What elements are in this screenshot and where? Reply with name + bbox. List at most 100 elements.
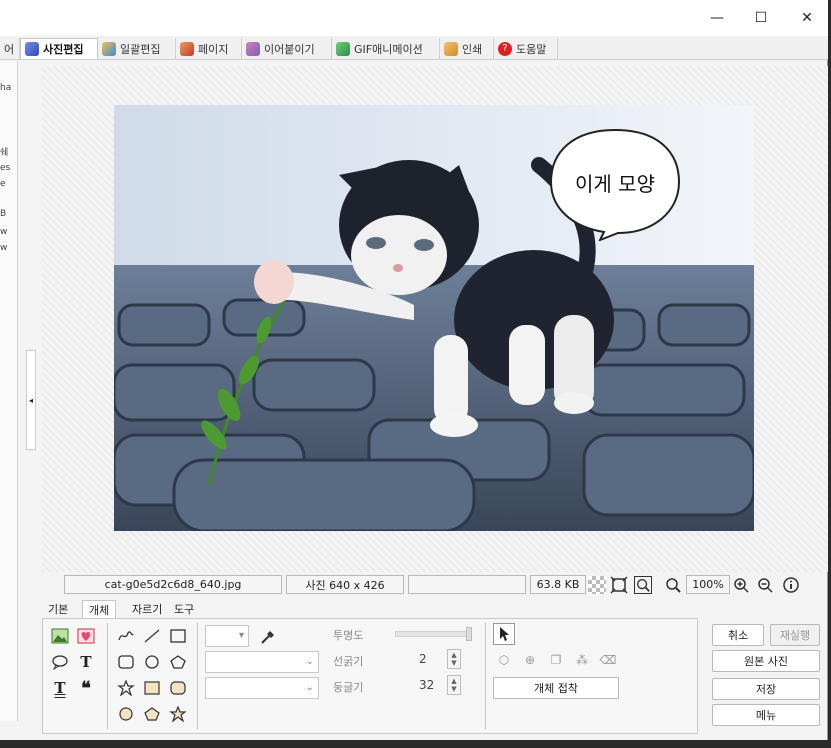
heart-frame-icon	[77, 628, 95, 644]
tool-divider	[485, 623, 486, 729]
ellipse-tool[interactable]	[141, 651, 163, 673]
pentagon-icon	[170, 655, 186, 669]
tab-print[interactable]: 인쇄	[440, 38, 494, 59]
color-picker-combo[interactable]: ▾	[205, 625, 249, 647]
tab-label: 도움말	[516, 42, 547, 56]
tab-merge[interactable]: 이어붙이기	[242, 38, 332, 59]
tab-label: 어	[4, 42, 15, 56]
gif-icon	[336, 41, 350, 56]
object-delete-tool[interactable]: ⌫	[597, 649, 619, 671]
rounded-rect-tool[interactable]	[115, 651, 137, 673]
pentagon-tool[interactable]	[167, 651, 189, 673]
filled-rect-tool[interactable]	[141, 677, 163, 699]
object-group-tool[interactable]: ⁂	[571, 649, 593, 671]
object-add-tool[interactable]: ⊕	[519, 649, 541, 671]
actual-size-icon[interactable]	[634, 576, 652, 594]
filled-star-icon	[169, 706, 187, 722]
maximize-button[interactable]: ☐	[738, 0, 784, 36]
batch-edit-icon	[102, 41, 116, 56]
line-thickness-spinner[interactable]: 2 ▲ ▼	[415, 649, 461, 669]
filled-rounded-rect-tool[interactable]	[167, 677, 189, 699]
text-icon: T	[80, 653, 92, 671]
status-extra	[408, 575, 526, 594]
chevron-down-icon: ⌄	[305, 656, 314, 667]
tab-basic[interactable]: 기본	[42, 600, 74, 618]
tab-label: 일괄편집	[120, 42, 161, 56]
help-icon: ?	[498, 41, 512, 56]
rounded-rectangle-icon	[118, 655, 134, 669]
filled-circle-icon	[119, 707, 133, 721]
tab-label: 페이지	[198, 42, 229, 56]
styled-text-icon: T	[54, 679, 66, 697]
line-icon	[144, 629, 160, 643]
tab-page[interactable]: 페이지	[176, 38, 242, 59]
select-tool[interactable]	[493, 623, 515, 645]
line-style-select[interactable]: ⌄	[205, 651, 319, 673]
filled-star-tool[interactable]	[167, 703, 189, 725]
redo-button[interactable]: 재실행	[770, 624, 820, 646]
tab-object[interactable]: 개체	[82, 600, 117, 618]
chevron-down-icon: ▾	[238, 630, 244, 641]
tab-help[interactable]: ? 도움말	[494, 38, 558, 59]
fill-style-select[interactable]: ⌄	[205, 677, 319, 699]
tab-tools[interactable]: 도구	[168, 600, 200, 618]
left-fragment: es	[0, 163, 11, 173]
rectangle-icon	[170, 629, 186, 643]
tab-gif-animation[interactable]: GIF애니메이션	[332, 38, 440, 59]
filled-pentagon-icon	[144, 707, 160, 721]
filled-rectangle-icon	[144, 681, 160, 695]
zoom-fit-icon[interactable]	[664, 576, 682, 594]
text-style-tool[interactable]: T	[49, 677, 71, 699]
tool-divider	[107, 623, 108, 729]
quote-tool[interactable]: ❝	[75, 677, 97, 699]
line-thickness-label: 선굵기	[333, 655, 364, 668]
filled-pentagon-tool[interactable]	[141, 703, 163, 725]
tab-batch-edit[interactable]: 일괄편집	[98, 38, 176, 59]
tab-crop[interactable]: 자르기	[126, 600, 168, 618]
close-button[interactable]: ✕	[784, 0, 830, 36]
insert-sticker-tool[interactable]	[75, 625, 97, 647]
minimize-button[interactable]: —	[694, 0, 740, 36]
object-layer-tool[interactable]: ⬡	[493, 649, 515, 671]
transparency-toggle-icon[interactable]	[588, 576, 606, 594]
paste-object-button[interactable]: 개체 접착	[493, 677, 619, 699]
tab-partial[interactable]: 어	[0, 38, 20, 59]
main-tab-bar: 어 사진편집 일괄편집 페이지 이어붙이기 GIF애니메이션 인쇄 ? 도움말	[0, 36, 828, 60]
group-icon: ⁂	[576, 653, 588, 667]
panel-collapse-handle[interactable]: ◂	[26, 350, 36, 450]
status-filesize: 63.8 KB	[530, 575, 586, 594]
tab-label: 사진편집	[43, 43, 84, 56]
circle-icon	[145, 655, 159, 669]
insert-image-tool[interactable]	[49, 625, 71, 647]
eyedropper-tool[interactable]	[257, 625, 279, 647]
spinner-arrows-icon[interactable]: ▲ ▼	[447, 649, 461, 669]
zoom-in-icon[interactable]	[732, 576, 750, 594]
opacity-slider[interactable]	[395, 627, 472, 641]
cancel-button[interactable]: 취소	[712, 624, 764, 646]
line-tool[interactable]	[141, 625, 163, 647]
menu-button[interactable]: 메뉴	[712, 704, 820, 726]
freehand-tool[interactable]	[115, 625, 137, 647]
object-duplicate-tool[interactable]: ❐	[545, 649, 567, 671]
speech-bubble-text[interactable]: 이게 모양	[548, 168, 682, 197]
tab-label: 인쇄	[462, 42, 483, 56]
info-icon[interactable]	[782, 576, 800, 594]
rectangle-tool[interactable]	[167, 625, 189, 647]
spinner-arrows-icon[interactable]: ▲ ▼	[447, 675, 461, 695]
save-button[interactable]: 저장	[712, 678, 820, 700]
fit-screen-icon[interactable]	[610, 576, 628, 594]
freehand-icon	[118, 631, 134, 641]
zoom-out-icon[interactable]	[756, 576, 774, 594]
text-tool[interactable]: T	[75, 651, 97, 673]
speech-bubble-tool[interactable]	[49, 651, 71, 673]
title-bar: — ☐ ✕	[0, 0, 828, 36]
original-photo-button[interactable]: 원본 사진	[712, 650, 820, 672]
star-tool[interactable]	[115, 677, 137, 699]
roundness-spinner[interactable]: 32 ▲ ▼	[415, 675, 461, 695]
pointer-cursor-icon	[500, 627, 509, 641]
filled-circle-tool[interactable]	[115, 703, 137, 725]
left-fragment: B	[0, 209, 7, 219]
slider-thumb[interactable]	[466, 627, 472, 641]
status-zoom[interactable]: 100%	[686, 575, 730, 594]
tab-photo-edit[interactable]: 사진편집	[20, 38, 98, 59]
